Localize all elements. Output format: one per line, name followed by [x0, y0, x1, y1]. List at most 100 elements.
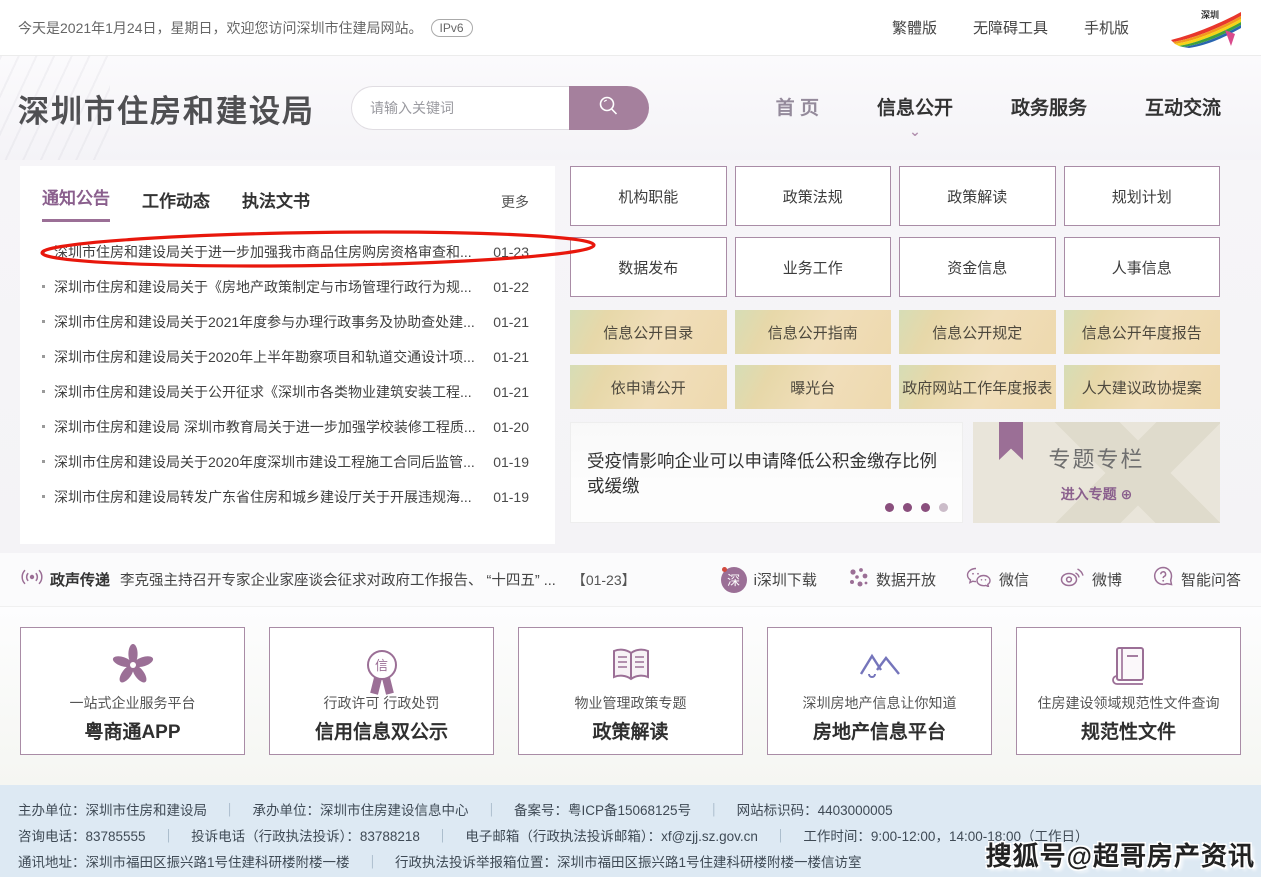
nav-home[interactable]: 首 页: [776, 93, 819, 124]
footer-address: 通讯地址：深圳市福田区振兴路1号住建科研楼附楼一楼: [18, 851, 350, 871]
smart-qa-icon: [1152, 566, 1174, 593]
ticker-headline[interactable]: 李克强主持召开专家企业家座谈会征求对政府工作报告、 “十四五” ...: [120, 569, 556, 590]
bookmark-icon: [999, 422, 1023, 460]
carousel-headline[interactable]: 受疫情影响企业可以申请降低公积金缴存比例或缓缴: [587, 448, 946, 498]
news-carousel[interactable]: 受疫情影响企业可以申请降低公积金缴存比例或缓缴: [570, 422, 963, 523]
open-data-link[interactable]: 数据开放: [847, 566, 936, 593]
info-grid: 机构职能 政策法规 政策解读 规划计划 数据发布 业务工作 资金信息 人事信息 …: [570, 166, 1220, 523]
card-policy-interpretation[interactable]: 物业管理政策专题 政策解读: [518, 627, 743, 755]
grid-cell-exposure-platform[interactable]: 曝光台: [735, 365, 892, 409]
carousel-dot[interactable]: [921, 503, 930, 512]
accessibility-link[interactable]: 无障碍工具: [973, 17, 1048, 38]
news-list: 深圳市住房和建设局关于进一步加强我市商品住房购房资格审查和...01-23 深圳…: [42, 234, 529, 514]
grid-cell-funds-info[interactable]: 资金信息: [899, 237, 1056, 297]
news-item[interactable]: 深圳市住房和建设局关于2021年度参与办理行政事务及协助查处建...01-21: [42, 304, 529, 339]
grid-cell-website-annual-report[interactable]: 政府网站工作年度报表: [899, 365, 1056, 409]
grid-cell-org-functions[interactable]: 机构职能: [570, 166, 727, 226]
grid-cell-planning[interactable]: 规划计划: [1064, 166, 1221, 226]
news-item[interactable]: 深圳市住房和建设局关于2020年上半年勘察项目和轨道交通设计项...01-21: [42, 339, 529, 374]
open-book-icon: [609, 639, 653, 691]
grid-cell-npc-cppcc-proposals[interactable]: 人大建议政协提案: [1064, 365, 1221, 409]
bauhinia-flower-icon: [110, 639, 156, 691]
news-date: 01-20: [493, 419, 529, 435]
wechat-link[interactable]: 微信: [966, 567, 1029, 592]
special-topics-box[interactable]: 专题专栏 进入专题 ⊕: [973, 422, 1220, 523]
card-normative-documents[interactable]: 住房建设领域规范性文件查询 规范性文件: [1016, 627, 1241, 755]
traditional-chinese-link[interactable]: 繁體版: [892, 17, 937, 38]
bullet-icon: [42, 320, 45, 323]
ipv6-badge[interactable]: IPv6: [431, 19, 473, 37]
carousel-dot[interactable]: [885, 503, 894, 512]
grid-cell-annual-report[interactable]: 信息公开年度报告: [1064, 310, 1221, 354]
header: 深圳市住房和建设局 首 页 信息公开 政务服务 互动交流: [0, 56, 1261, 160]
main-navigation: 首 页 信息公开 政务服务 互动交流: [776, 93, 1221, 124]
card-real-estate-platform[interactable]: 深圳房地产信息让你知道 房地产信息平台: [767, 627, 992, 755]
card-subtitle: 住房建设领域规范性文件查询: [1038, 693, 1220, 713]
grid-cell-business-work[interactable]: 业务工作: [735, 237, 892, 297]
ishenzhen-download-link[interactable]: 深 i深圳下载: [721, 567, 817, 593]
grid-cell-data-release[interactable]: 数据发布: [570, 237, 727, 297]
footer-row-1: 主办单位：深圳市住房和建设局 承办单位：深圳市住房建设信息中心 备案号：粤ICP…: [18, 796, 1243, 822]
news-title: 深圳市住房和建设局关于《房地产政策制定与市场管理行政行为规...: [54, 277, 479, 297]
search-icon: [596, 94, 622, 123]
news-item[interactable]: 深圳市住房和建设局关于进一步加强我市商品住房购房资格审查和...01-23: [42, 234, 529, 269]
nav-interaction[interactable]: 互动交流: [1145, 93, 1221, 124]
news-title: 深圳市住房和建设局关于2020年度深圳市建设工程施工合同后监管...: [54, 452, 479, 472]
nav-info-disclosure[interactable]: 信息公开: [877, 93, 953, 124]
grid-cell-personnel-info[interactable]: 人事信息: [1064, 237, 1221, 297]
news-item[interactable]: 深圳市住房和建设局转发广东省住房和城乡建设厅关于开展违规海...01-19: [42, 479, 529, 514]
tab-work-updates[interactable]: 工作动态: [142, 187, 210, 222]
tab-enforcement-docs[interactable]: 执法文书: [242, 187, 310, 222]
news-item[interactable]: 深圳市住房和建设局关于《房地产政策制定与市场管理行政行为规... 01-22: [42, 269, 529, 304]
shenzhen-city-logo-icon: 深圳: [1165, 8, 1243, 48]
news-item[interactable]: 深圳市住房和建设局关于2020年度深圳市建设工程施工合同后监管...01-19: [42, 444, 529, 479]
page: 今天是2021年1月24日，星期日，欢迎您访问深圳市住建局网站。 IPv6 繁體…: [0, 0, 1261, 877]
card-subtitle: 深圳房地产信息让你知道: [803, 693, 957, 713]
weibo-icon: [1059, 567, 1085, 592]
news-date: 01-22: [493, 279, 529, 295]
credit-medal-icon: 信: [367, 639, 397, 691]
tab-notices[interactable]: 通知公告: [42, 184, 110, 222]
grid-cell-disclosure-guide[interactable]: 信息公开指南: [735, 310, 892, 354]
search-input[interactable]: [351, 86, 569, 130]
quick-link-label: i深圳下载: [754, 569, 817, 590]
quick-links: 深 i深圳下载 数据开放: [721, 566, 1241, 593]
smart-qa-link[interactable]: 智能问答: [1152, 566, 1241, 593]
footer-phone: 咨询电话：83785555: [18, 825, 146, 845]
grid-cell-disclosure-catalog[interactable]: 信息公开目录: [570, 310, 727, 354]
quick-link-label: 微博: [1092, 569, 1122, 590]
mobile-version-link[interactable]: 手机版: [1084, 17, 1129, 38]
carousel-dot[interactable]: [939, 503, 948, 512]
footer-icp-number: 备案号：粤ICP备15068125号: [469, 799, 692, 819]
grid-cell-disclosure-on-request[interactable]: 依申请公开: [570, 365, 727, 409]
news-item[interactable]: 深圳市住房和建设局关于公开征求《深圳市各类物业建筑安装工程...01-21: [42, 374, 529, 409]
footer-host-unit: 主办单位：深圳市住房和建设局: [18, 799, 207, 819]
footer-complaint-phone: 投诉电话（行政执法投诉）：83788218: [146, 825, 420, 845]
house-roof-logo-icon: [857, 639, 903, 691]
weibo-link[interactable]: 微博: [1059, 567, 1122, 592]
news-title: 深圳市住房和建设局关于2020年上半年勘察项目和轨道交通设计项...: [54, 347, 479, 367]
footer: 主办单位：深圳市住房和建设局 承办单位：深圳市住房建设信息中心 备案号：粤ICP…: [0, 785, 1261, 877]
carousel-dot[interactable]: [903, 503, 912, 512]
news-item[interactable]: 深圳市住房和建设局 深圳市教育局关于进一步加强学校装修工程质...01-20: [42, 409, 529, 444]
search-button[interactable]: [569, 86, 649, 130]
grid-cell-disclosure-rules[interactable]: 信息公开规定: [899, 310, 1056, 354]
grid-cell-policies[interactable]: 政策法规: [735, 166, 892, 226]
card-subtitle: 物业管理政策专题: [575, 693, 687, 713]
ticker-date: 【01-23】: [572, 570, 636, 590]
news-panel: 通知公告 工作动态 执法文书 更多 深圳市住房和建设局关于进一步加强我市商品住房…: [20, 166, 555, 544]
wechat-icon: [966, 567, 992, 592]
quick-link-label: 智能问答: [1181, 569, 1241, 590]
enter-topic-link[interactable]: 进入专题 ⊕: [1061, 484, 1133, 504]
topic-title: 专题专栏: [1048, 442, 1144, 474]
card-yueshangtong-app[interactable]: 一站式企业服务平台 粤商通APP: [20, 627, 245, 755]
news-title: 深圳市住房和建设局关于公开征求《深圳市各类物业建筑安装工程...: [54, 382, 479, 402]
card-credit-disclosure[interactable]: 信 行政许可 行政处罚 信用信息双公示: [269, 627, 494, 755]
grid-cell-policy-interpretation[interactable]: 政策解读: [899, 166, 1056, 226]
bullet-icon: [42, 355, 45, 358]
topbar: 今天是2021年1月24日，星期日，欢迎您访问深圳市住建局网站。 IPv6 繁體…: [0, 0, 1261, 56]
news-tabs: 通知公告 工作动态 执法文书 更多: [42, 182, 529, 222]
nav-government-services[interactable]: 政务服务: [1011, 93, 1087, 124]
more-link[interactable]: 更多: [501, 192, 529, 222]
topbar-links: 繁體版 无障碍工具 手机版 深圳: [892, 8, 1243, 48]
